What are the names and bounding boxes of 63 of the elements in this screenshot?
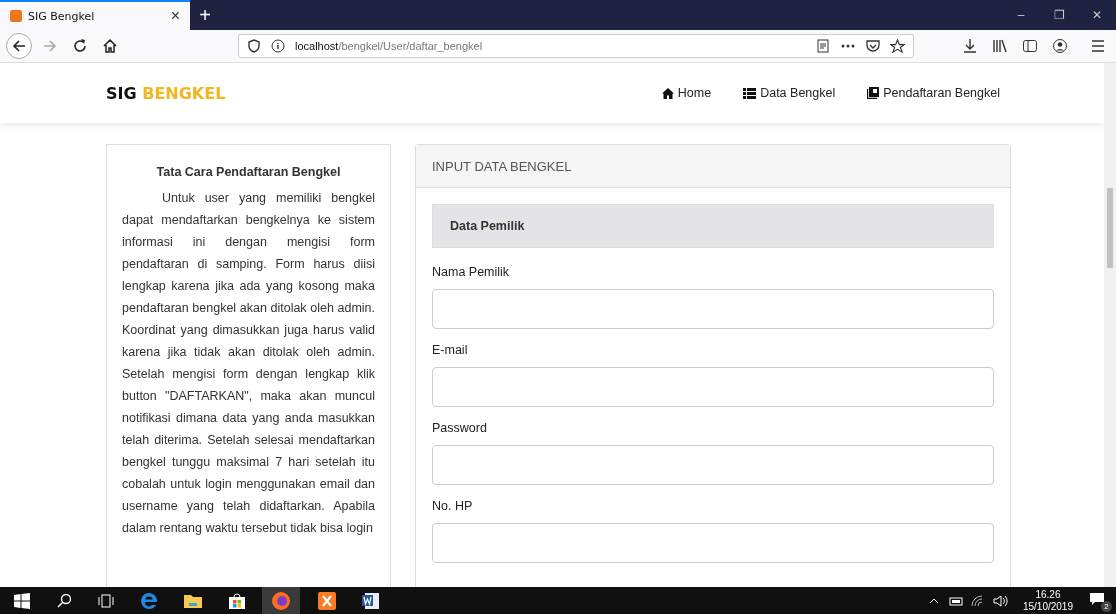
- input-field[interactable]: [432, 367, 994, 407]
- library-icon[interactable]: [992, 38, 1008, 54]
- account-icon[interactable]: [1052, 38, 1068, 54]
- chevron-up-icon[interactable]: [928, 596, 939, 605]
- download-icon[interactable]: [962, 38, 978, 54]
- task-view-icon[interactable]: [98, 592, 114, 609]
- back-button[interactable]: [6, 33, 32, 59]
- field-label: Password: [432, 421, 488, 435]
- pocket-icon[interactable]: [866, 39, 880, 53]
- folder-icon[interactable]: [184, 592, 202, 609]
- brand-logo[interactable]: SIG BENGKEL: [106, 83, 226, 103]
- home-icon[interactable]: [102, 38, 118, 54]
- notification-button[interactable]: 2: [1087, 589, 1112, 612]
- window-control-button[interactable]: ✕: [1078, 0, 1116, 30]
- menu-icon[interactable]: [1090, 38, 1106, 54]
- back-arrow-icon: [11, 38, 27, 54]
- edge-icon[interactable]: [140, 591, 158, 610]
- notification-count: 2: [1101, 600, 1112, 612]
- nav-link[interactable]: Home: [661, 82, 712, 104]
- nav-link[interactable]: Data Bengkel: [743, 82, 836, 104]
- document-app-icon[interactable]: [362, 591, 380, 610]
- panel-heading: INPUT DATA BENGKEL: [416, 145, 1010, 188]
- battery-icon[interactable]: [946, 595, 963, 606]
- reader-view-icon[interactable]: [816, 39, 830, 53]
- firefox-icon: [271, 590, 291, 611]
- windows-start-icon[interactable]: [14, 592, 30, 609]
- list-icon: [743, 87, 757, 99]
- input-field[interactable]: [432, 289, 994, 329]
- address-bar[interactable]: localhost/bengkel/User/daftar_bengkel: [238, 34, 914, 58]
- search-icon[interactable]: [56, 592, 72, 609]
- window-control-button[interactable]: ❐: [1040, 0, 1078, 30]
- taskbar-app-button[interactable]: [262, 587, 300, 614]
- field-label: E-mail: [432, 343, 469, 357]
- close-tab-button[interactable]: ×: [170, 7, 180, 25]
- tab-title: SIG Bengkel: [28, 9, 96, 23]
- speaker-icon[interactable]: [992, 594, 1009, 607]
- section-heading: Data Pemilik: [432, 204, 994, 248]
- home-icon: [661, 87, 674, 99]
- scrollbar[interactable]: [1104, 63, 1116, 587]
- info-icon: [271, 39, 285, 53]
- star-icon[interactable]: [890, 38, 905, 54]
- reload-icon[interactable]: [72, 38, 88, 54]
- url-text: localhost/bengkel/User/daftar_bengkel: [295, 40, 483, 52]
- app-icon[interactable]: [318, 591, 336, 610]
- field-label: No. HP: [432, 499, 474, 513]
- input-field[interactable]: [432, 523, 994, 563]
- sidebar-icon[interactable]: [1022, 38, 1038, 54]
- panel-title: Tata Cara Pendaftaran Bengkel: [155, 165, 342, 179]
- clock-time: 16.26: [1035, 588, 1061, 601]
- new-tab-button[interactable]: +: [190, 0, 220, 30]
- book-icon: [867, 87, 880, 99]
- clock-date: 15/10/2019: [1022, 600, 1073, 613]
- input-field[interactable]: [432, 445, 994, 485]
- instruction-paragraph: Untuk user yang memiliki bengkel dapat mendaftarkan bengkelnya ke sistem informasi ini dengan mengisi form pendaftaran di samping. Form harus diisi lengkap karena jika ada yang kosong maka pendaftaran bengkel akan ditolak oleh admin. Koordinat yang dimasukkan juga harus valid karena jika tidak akan ditolak oleh admin. Setelah mengisi form dengan lengkap klik button "DAFTARKAN", maka akan muncul notifikasi dimana data yang anda masukkan telah diterima. Setelah selesai mendaftarkan bengkel tunggu maksimal 7 hari setelah itu cobalah untuk login menggunakan email dan username yang telah didaftarkan. Apabila dalam rentang waktu tersebut tidak bisa login: [122, 190, 375, 537]
- window-control-button[interactable]: –: [1002, 0, 1040, 30]
- store-bag-icon[interactable]: [228, 591, 246, 610]
- shield-icon: [247, 39, 261, 53]
- browser-tab[interactable]: SIG Bengkel ×: [0, 0, 190, 30]
- field-label: Nama Pemilik: [432, 265, 511, 279]
- app-icon: [10, 10, 22, 22]
- wifi-icon[interactable]: [970, 594, 985, 607]
- message-icon: [1089, 591, 1105, 606]
- nav-link[interactable]: Pendaftaran Bengkel: [867, 82, 1000, 104]
